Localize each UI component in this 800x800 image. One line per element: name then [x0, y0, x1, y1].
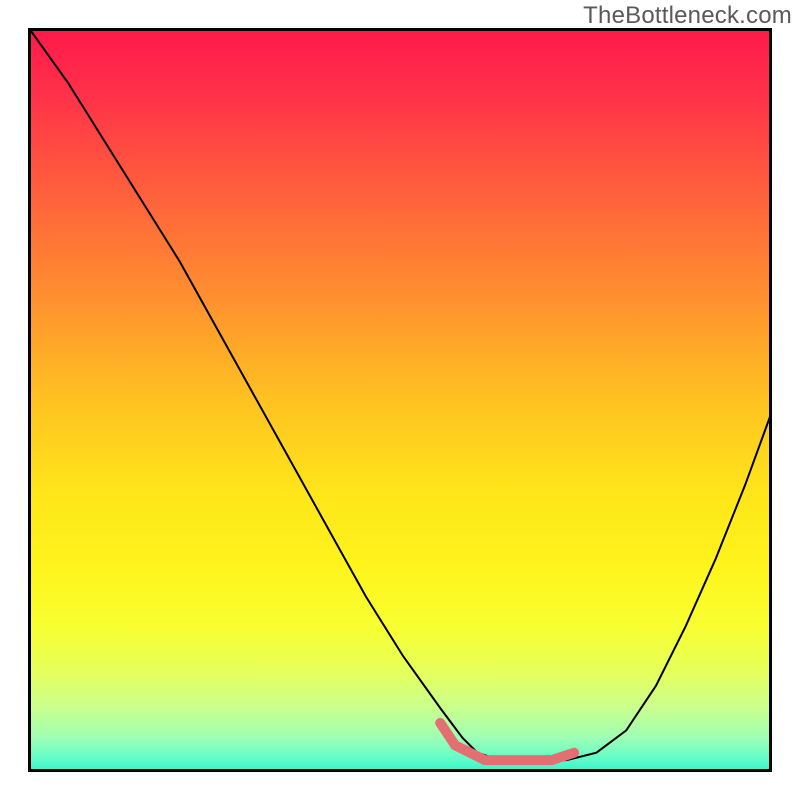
plot-area	[28, 28, 772, 772]
plot-svg	[31, 31, 772, 772]
chart-frame: TheBottleneck.com	[0, 0, 800, 800]
gradient-background	[31, 31, 772, 772]
watermark-text: TheBottleneck.com	[583, 2, 792, 30]
